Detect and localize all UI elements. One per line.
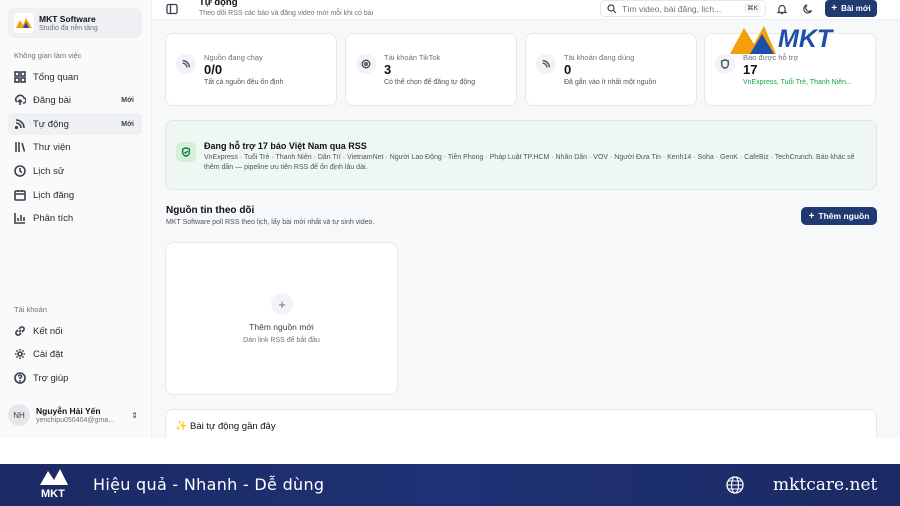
stat-card-active-accounts: Tài khoản đang dùng 0 Đã gắn vào ít nhất…: [525, 33, 697, 106]
add-source-card[interactable]: + Thêm nguồn mới Dán link RSS để bắt đầu: [165, 242, 398, 395]
stat-value: 3: [384, 62, 392, 77]
stat-desc: Đã gắn vào ít nhất một nguồn: [564, 79, 657, 86]
stat-card-running-sources: Nguồn đang chạy 0/0 Tất cả nguồn đều ổn …: [165, 33, 337, 106]
search-icon: [607, 3, 617, 13]
shield-check-icon: [176, 142, 196, 162]
sidebar-item-settings[interactable]: Cài đặt: [8, 343, 142, 365]
brand-logo-icon: [14, 13, 34, 33]
rss-icon: [176, 54, 196, 74]
stat-label: Tài khoản đang dùng: [564, 53, 635, 62]
sidebar-item-label: Tự động: [33, 118, 69, 130]
footer-tagline: Hiệu quả - Nhanh - Dễ dùng: [93, 475, 325, 494]
add-source-label: Thêm nguồn: [818, 211, 870, 221]
clock-icon: [14, 165, 26, 177]
sidebar-item-label: Lịch đăng: [33, 189, 75, 201]
user-name: Nguyễn Hải Yến: [36, 405, 101, 416]
sources-title: Nguồn tin theo dõi: [166, 205, 255, 216]
sidebar-item-label: Thư viện: [33, 141, 71, 153]
bell-icon[interactable]: [776, 3, 788, 15]
empty-card-title: Thêm nguồn mới: [249, 322, 314, 332]
stat-desc: VnExpress, Tuổi Trẻ, Thanh Niên...: [743, 79, 852, 86]
new-badge: Mới: [121, 120, 134, 128]
add-source-button[interactable]: + Thêm nguồn: [801, 207, 877, 225]
sidebar-item-automation[interactable]: Tự động Mới: [8, 113, 142, 135]
sparkle-icon: ✨: [175, 421, 188, 432]
footer-website[interactable]: mktcare.net: [773, 475, 877, 495]
sidebar-item-analytics[interactable]: Phân tích: [8, 207, 142, 229]
rss-banner-text: VnExpress · Tuổi Trẻ · Thanh Niên · Dân …: [204, 154, 855, 171]
promo-footer: MKT Hiệu quả - Nhanh - Dễ dùng mktcare.n…: [0, 464, 900, 506]
brand-switcher[interactable]: MKT Software Studio đa nền tảng: [8, 8, 142, 38]
sidebar-item-overview[interactable]: Tổng quan: [8, 66, 142, 88]
sidebar-item-help[interactable]: Trợ giúp: [8, 367, 142, 389]
plus-icon: +: [831, 3, 838, 14]
rss-banner-title: Đang hỗ trợ 17 báo Việt Nam qua RSS: [204, 141, 367, 151]
recent-title: Bài tự động gần đây: [190, 421, 276, 432]
help-icon: [14, 372, 26, 384]
stat-desc: Có thể chọn để đăng tự động: [384, 79, 476, 86]
page-title: Tự động: [199, 0, 238, 8]
shortcut-hint: ⌘K: [744, 3, 761, 13]
sidebar-item-label: Đăng bài: [33, 94, 72, 106]
sidebar-item-label: Lịch sử: [33, 165, 65, 177]
chart-icon: [14, 213, 25, 224]
svg-text:MKT: MKT: [41, 488, 65, 500]
user-menu[interactable]: NH Nguyễn Hải Yến yenchipu050404@gma... …: [8, 400, 142, 430]
sidebar-item-label: Phân tích: [33, 212, 74, 224]
upload-icon: [14, 94, 26, 105]
library-icon: [15, 142, 26, 152]
mkt-logo: MKT: [728, 22, 876, 66]
sidebar-item-connections[interactable]: Kết nối: [8, 320, 142, 342]
moon-icon[interactable]: [802, 3, 814, 15]
empty-card-subtitle: Dán link RSS để bắt đầu: [243, 337, 320, 344]
mkt-logo-mark-icon: [730, 26, 776, 54]
sidebar-item-post[interactable]: Đăng bài Mới: [8, 89, 142, 111]
sidebar-item-label: Tổng quan: [33, 71, 79, 83]
stat-card-tiktok-accounts: Tài khoản TikTok 3 Có thể chọn để đăng t…: [345, 33, 517, 106]
top-bar: Tự động Theo dõi RSS các báo và đăng vid…: [152, 0, 900, 20]
sidebar-item-label: Trợ giúp: [33, 372, 69, 384]
sidebar-item-history[interactable]: Lịch sử: [8, 160, 142, 182]
mkt-logo-text: MKT: [778, 25, 833, 53]
account-label: Tài khoản: [14, 305, 47, 314]
stat-label: Tài khoản TikTok: [384, 53, 441, 62]
avatar: NH: [8, 404, 30, 426]
stat-label: Nguồn đang chạy: [204, 53, 263, 62]
plus-icon: +: [271, 293, 293, 315]
target-icon: [356, 54, 376, 74]
chevron-updown-icon: ⇕: [131, 410, 138, 420]
plus-icon: +: [808, 210, 815, 222]
stat-value: 0: [564, 62, 572, 77]
gear-icon: [15, 349, 25, 359]
calendar-icon: [14, 190, 26, 201]
page-subtitle: Theo dõi RSS các báo và đăng video mới m…: [199, 10, 374, 17]
new-badge: Mới: [121, 96, 134, 104]
sidebar-toggle-icon[interactable]: [166, 3, 178, 15]
rss-icon: [14, 119, 25, 130]
sidebar: MKT Software Studio đa nền tảng Không gi…: [0, 0, 152, 438]
search-input[interactable]: Tìm video, bài đăng, lịch... ⌘K: [600, 0, 766, 17]
user-email: yenchipu050404@gma...: [36, 416, 114, 424]
sidebar-item-library[interactable]: Thư viện: [8, 136, 142, 158]
new-post-button[interactable]: + Bài mới: [825, 0, 877, 17]
rss-icon: [536, 54, 556, 74]
brand-subtitle: Studio đa nền tảng: [39, 24, 98, 32]
stat-desc: Tất cả nguồn đều ổn định: [204, 79, 284, 86]
rss-support-banner: Đang hỗ trợ 17 báo Việt Nam qua RSS VnEx…: [165, 120, 877, 190]
footer-spacer: [0, 438, 900, 464]
link-icon: [15, 326, 25, 336]
search-placeholder: Tìm video, bài đăng, lịch...: [622, 3, 722, 14]
footer-mkt-logo-icon: MKT: [40, 469, 68, 500]
sidebar-item-label: Kết nối: [33, 325, 63, 337]
sidebar-item-schedule[interactable]: Lịch đăng: [8, 184, 142, 206]
stat-value: 0/0: [204, 62, 223, 77]
new-post-label: Bài mới: [841, 4, 871, 13]
globe-icon: [726, 476, 744, 494]
sources-subtitle: MKT Software poll RSS theo lịch, lấy bài…: [166, 219, 375, 226]
sidebar-item-label: Cài đặt: [33, 348, 64, 360]
brand-name: MKT Software: [39, 13, 96, 24]
grid-icon: [14, 71, 26, 83]
workspace-label: Không gian làm việc: [14, 51, 82, 60]
